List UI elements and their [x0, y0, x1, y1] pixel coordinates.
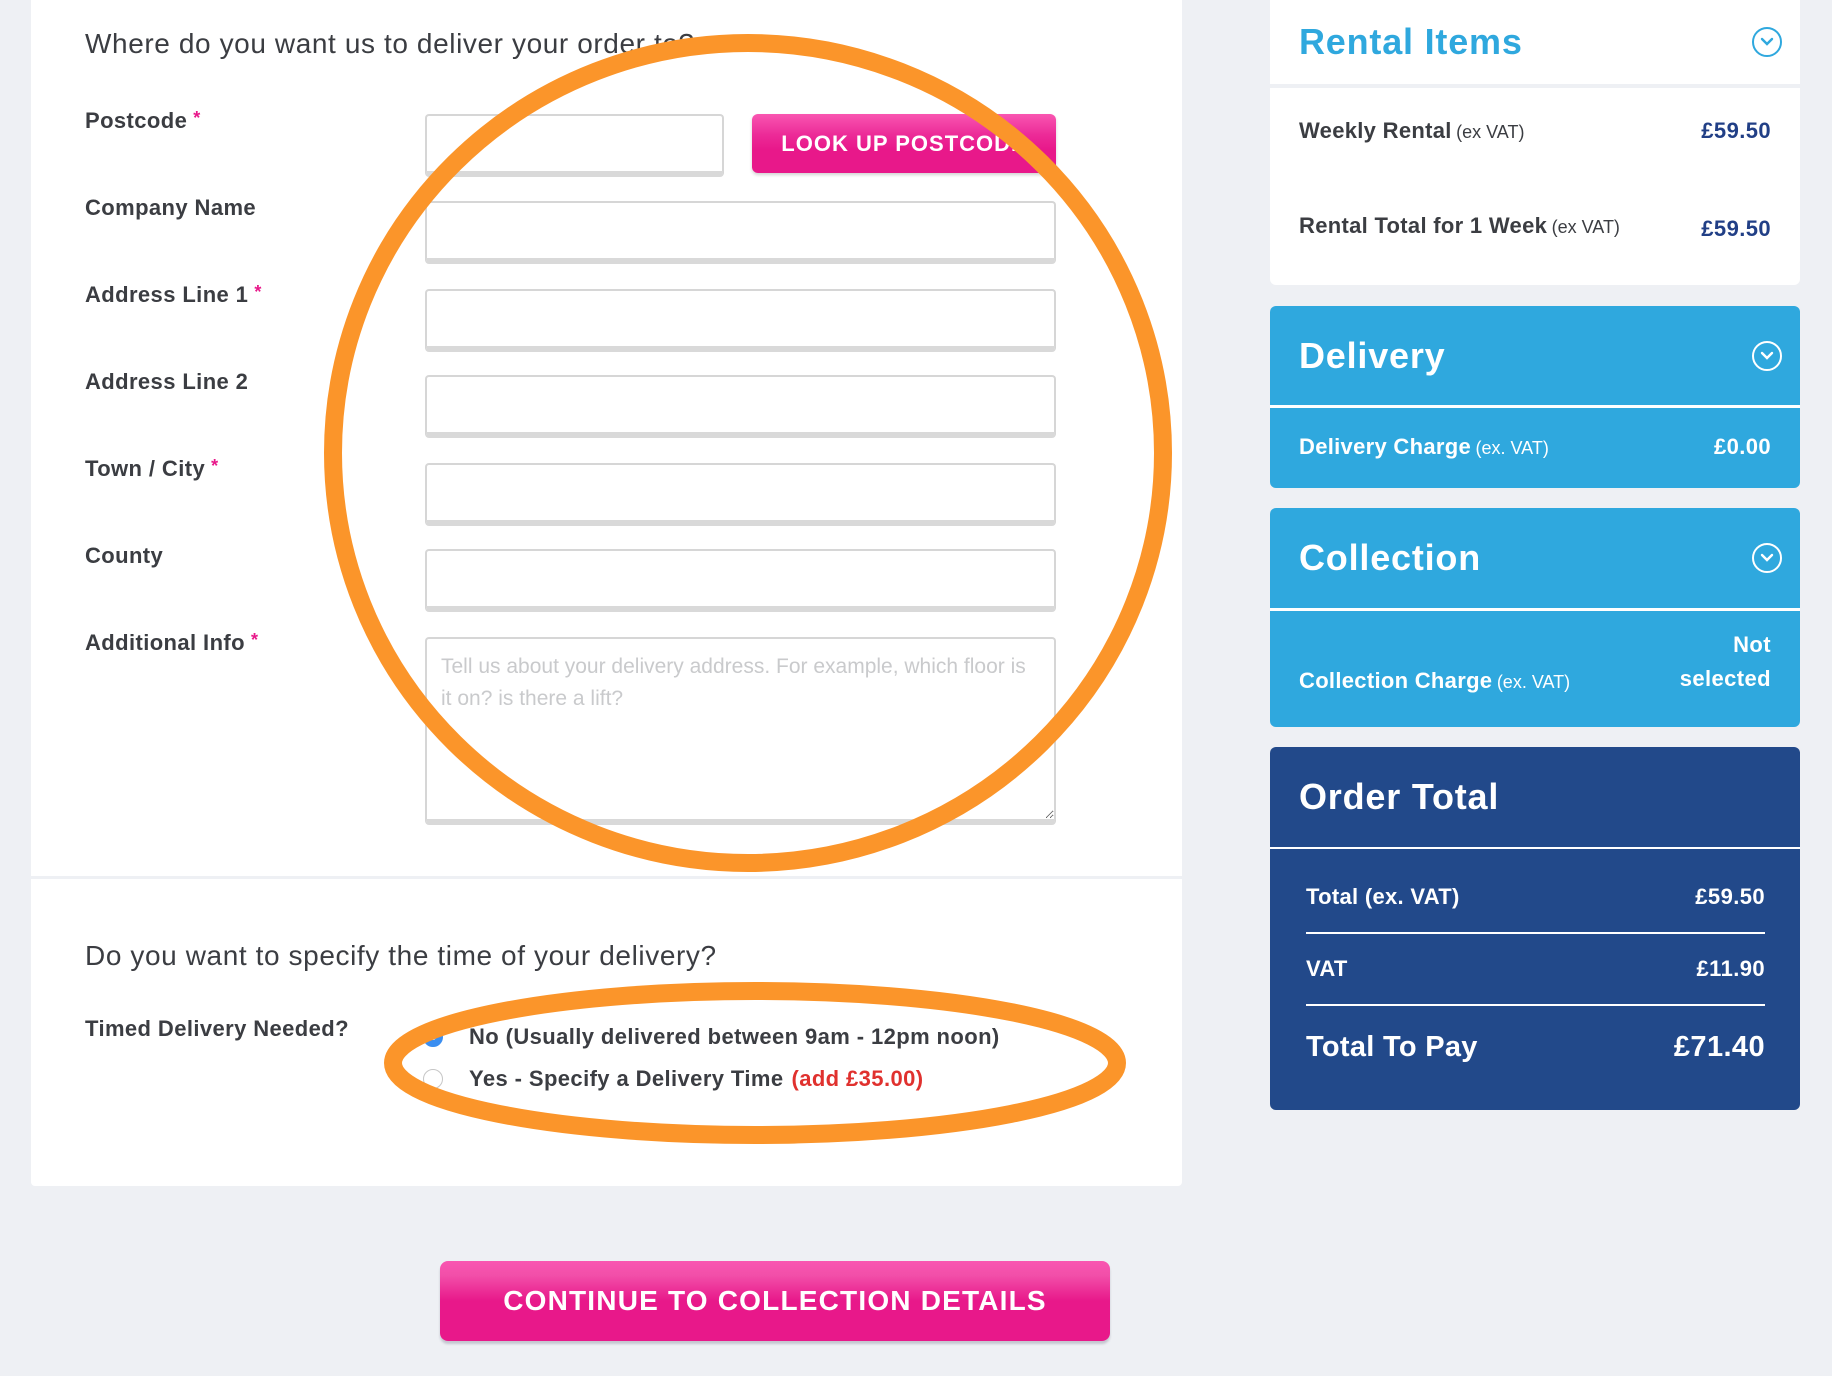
additional-info-label: Additional Info *: [85, 630, 259, 655]
county-input[interactable]: [425, 549, 1056, 612]
rental-items-title: Rental Items: [1299, 21, 1523, 62]
radio-no[interactable]: [423, 1027, 443, 1047]
order-total-rows: Total (ex. VAT) £59.50 VAT £11.90 Total …: [1270, 862, 1800, 1088]
timed-delivery-heading: Do you want to specify the time of your …: [85, 940, 717, 971]
vat-row: VAT £11.90: [1306, 934, 1765, 1006]
continue-to-collection-button[interactable]: CONTINUE TO COLLECTION DETAILS: [440, 1261, 1110, 1341]
address-line-2-input[interactable]: [425, 375, 1056, 438]
rental-total-value: £59.50: [1701, 216, 1771, 241]
timed-delivery-label: Timed Delivery Needed?: [85, 1016, 349, 1041]
weekly-rental-label: Weekly Rental: [1299, 118, 1452, 143]
collection-summary-card: Collection Collection Charge (ex. VAT) N…: [1270, 508, 1800, 727]
delivery-charge-label: Delivery Charge: [1299, 433, 1472, 459]
company-name-input[interactable]: [425, 201, 1056, 264]
weekly-rental-value: £59.50: [1701, 118, 1771, 143]
option-no-label: No (Usually delivered between 9am - 12pm…: [469, 1024, 1000, 1049]
collection-header[interactable]: Collection: [1270, 508, 1800, 611]
weekly-rental-row: Weekly Rental (ex VAT) £59.50: [1299, 118, 1771, 143]
delivery-charge-value: £0.00: [1713, 433, 1771, 459]
postcode-input[interactable]: [425, 114, 724, 177]
section-divider: [31, 876, 1182, 879]
option-yes-price: (add £35.00): [791, 1066, 924, 1091]
delivery-charge-row: Delivery Charge (ex. VAT) £0.00: [1299, 433, 1771, 459]
required-marker: *: [193, 108, 201, 128]
town-city-input[interactable]: [425, 463, 1056, 526]
collection-charge-value: Not selected: [1679, 632, 1771, 691]
option-yes-label: Yes - Specify a Delivery Time: [469, 1066, 784, 1091]
order-total-card: Order Total Total (ex. VAT) £59.50 VAT £…: [1270, 747, 1800, 1110]
town-city-label: Town / City *: [85, 456, 219, 481]
chevron-down-icon[interactable]: [1752, 27, 1782, 57]
collection-title: Collection: [1299, 537, 1482, 578]
county-label: County: [85, 543, 164, 568]
required-marker: *: [254, 282, 262, 302]
rental-items-card: Rental Items Weekly Rental (ex VAT) £59.…: [1270, 0, 1800, 285]
order-total-title: Order Total: [1299, 776, 1500, 817]
timed-delivery-option-yes[interactable]: Yes - Specify a Delivery Time (add £35.0…: [423, 1066, 923, 1092]
rental-total-label: Rental Total for 1 Week: [1299, 213, 1548, 238]
required-marker: *: [250, 630, 259, 650]
look-up-postcode-button[interactable]: LOOK UP POSTCODE: [752, 114, 1056, 173]
collection-charge-row: Collection Charge (ex. VAT) Not selected: [1270, 611, 1800, 724]
rental-total-row: Rental Total for 1 Week (ex VAT) £59.50: [1270, 168, 1800, 268]
delivery-header[interactable]: Delivery: [1270, 306, 1800, 408]
rental-items-header[interactable]: Rental Items: [1270, 0, 1800, 88]
order-total-header: Order Total: [1270, 747, 1800, 849]
delivery-title: Delivery: [1299, 334, 1446, 376]
additional-info-textarea[interactable]: [425, 637, 1056, 825]
address-line-2-label: Address Line 2: [85, 369, 249, 394]
company-name-label: Company Name: [85, 195, 257, 220]
delivery-summary-card: Delivery Delivery Charge (ex. VAT) £0.00: [1270, 306, 1800, 488]
total-ex-vat-row: Total (ex. VAT) £59.50: [1306, 862, 1765, 934]
collection-charge-label: Collection Charge: [1299, 668, 1493, 693]
postcode-label: Postcode *: [85, 108, 201, 133]
required-marker: *: [211, 456, 219, 476]
address-line-1-input[interactable]: [425, 289, 1056, 352]
delivery-address-card: Where do you want us to deliver your ord…: [31, 0, 1182, 1186]
radio-yes[interactable]: [423, 1069, 443, 1089]
chevron-down-icon[interactable]: [1752, 543, 1782, 573]
address-line-1-label: Address Line 1 *: [85, 282, 262, 307]
delivery-address-heading: Where do you want us to deliver your ord…: [85, 28, 695, 59]
total-to-pay-row: Total To Pay £71.40: [1306, 1030, 1765, 1063]
timed-delivery-option-no[interactable]: No (Usually delivered between 9am - 12pm…: [423, 1024, 1000, 1050]
chevron-down-icon[interactable]: [1752, 340, 1782, 371]
